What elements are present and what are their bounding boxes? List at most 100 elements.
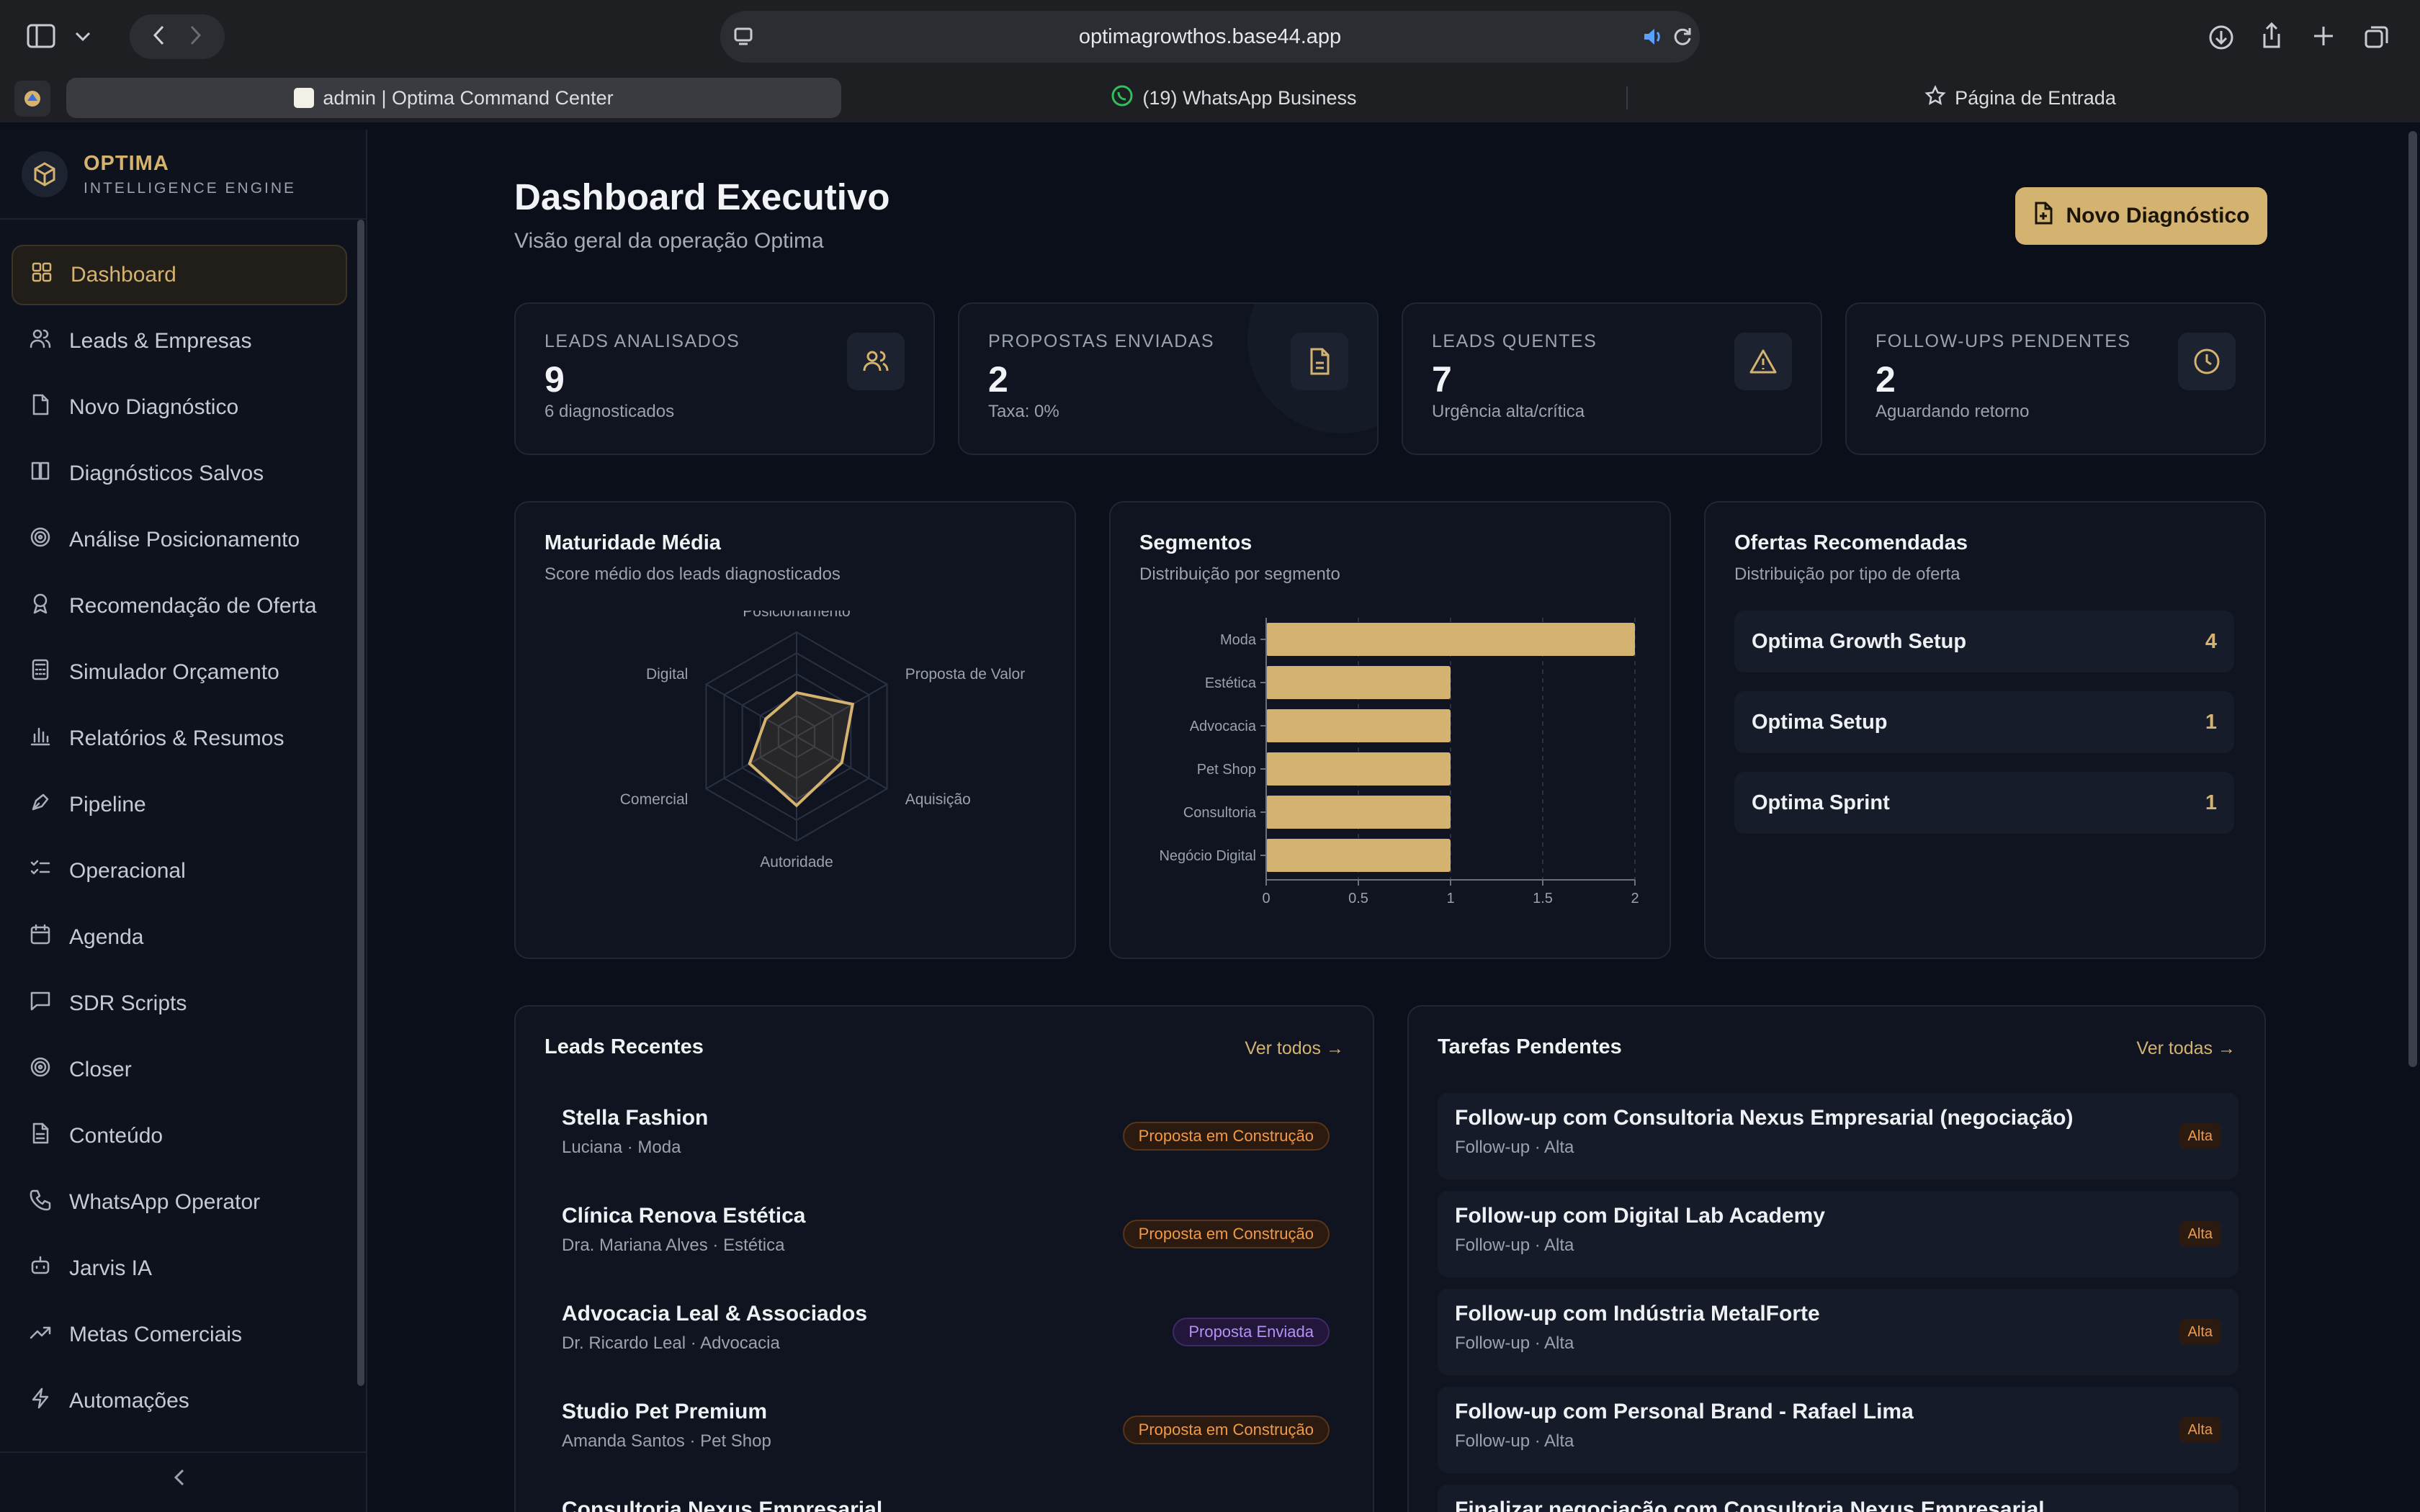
segments-bar-chart: Moda Estética Advocacia Pet Shop Consultoria… bbox=[1159, 618, 1639, 906]
see-all-tasks-link[interactable]: Ver todas → bbox=[2136, 1038, 2236, 1059]
bar-moda[interactable] bbox=[1266, 623, 1635, 656]
chevron-down-icon[interactable] bbox=[72, 26, 94, 48]
tab-label: admin | Optima Command Center bbox=[323, 86, 614, 109]
sidebar-item-whatsapp-operator[interactable]: WhatsApp Operator bbox=[12, 1172, 347, 1233]
new-diagnostic-button[interactable]: Novo Diagnóstico bbox=[2015, 187, 2267, 245]
sidebar-item-conte-do[interactable]: Conteúdo bbox=[12, 1106, 347, 1166]
sidebar-item-recomenda-o-de-oferta[interactable]: Recomendação de Oferta bbox=[12, 576, 347, 636]
sidebar-item-relat-rios-resumos[interactable]: Relatórios & Resumos bbox=[12, 708, 347, 769]
task-meta: Follow-up · Alta bbox=[1455, 1431, 1574, 1451]
lead-row[interactable]: Studio Pet Premium Amanda Santos · Pet Sh… bbox=[544, 1387, 1347, 1473]
sidebar-item-automa-es[interactable]: Automações bbox=[12, 1371, 347, 1431]
brand-tagline: INTELLIGENCE ENGINE bbox=[84, 179, 297, 197]
speaker-icon[interactable] bbox=[1642, 27, 1664, 53]
offer-item[interactable]: Optima Setup 1 bbox=[1734, 691, 2234, 753]
sidebar-item-jarvis-ia[interactable]: Jarvis IA bbox=[12, 1238, 347, 1299]
lead-row[interactable]: Consultoria Nexus Empresarial bbox=[544, 1485, 1347, 1512]
task-row[interactable]: Follow-up com Personal Brand - Rafael Li… bbox=[1438, 1387, 2238, 1473]
bar-neg-cio-digital[interactable] bbox=[1266, 839, 1451, 872]
sidebar-item-simulador-or-amento[interactable]: Simulador Orçamento bbox=[12, 642, 347, 703]
sidebar-item-label: SDR Scripts bbox=[69, 991, 187, 1015]
y-tick-label: Advocacia bbox=[1190, 719, 1257, 734]
offer-name: Optima Sprint bbox=[1752, 791, 1890, 814]
lead-row[interactable]: Clínica Renova Estética Dra. Mariana Alve… bbox=[544, 1191, 1347, 1277]
task-row[interactable]: Follow-up com Consultoria Nexus Empresar… bbox=[1438, 1093, 2238, 1179]
tab-overview-icon[interactable] bbox=[2362, 23, 2391, 52]
tab-optima[interactable]: admin | Optima Command Center bbox=[66, 78, 841, 118]
sidebar-toggle-icon[interactable] bbox=[26, 23, 56, 49]
sidebar-item-pipeline[interactable]: Pipeline bbox=[12, 775, 347, 835]
lead-name: Studio Pet Premium bbox=[562, 1400, 768, 1423]
task-title: Follow-up com Indústria MetalForte bbox=[1455, 1302, 1820, 1326]
card-subtitle: Score médio dos leads diagnosticados bbox=[544, 564, 841, 584]
sidebar-item-diagn-sticos-salvos[interactable]: Diagnósticos Salvos bbox=[12, 444, 347, 504]
bar-est-tica[interactable] bbox=[1266, 666, 1451, 699]
stat-value: 7 bbox=[1432, 359, 1452, 400]
collapse-sidebar-icon[interactable] bbox=[173, 1467, 186, 1493]
download-icon[interactable] bbox=[2207, 23, 2236, 52]
main-content: Dashboard Executivo Visão geral da opera… bbox=[369, 122, 2420, 1512]
sidebar-item-novo-diagn-stico[interactable]: Novo Diagnóstico bbox=[12, 377, 347, 438]
tab-whatsapp[interactable]: (19) WhatsApp Business bbox=[841, 78, 1626, 118]
priority-badge: Alta bbox=[2179, 1221, 2221, 1247]
see-all-leads-link[interactable]: Ver todos → bbox=[1245, 1038, 1344, 1059]
bar-advocacia[interactable] bbox=[1266, 709, 1451, 742]
reload-icon[interactable] bbox=[1672, 27, 1693, 53]
sidebar-scrollbar[interactable] bbox=[357, 220, 364, 1386]
sidebar-item-dashboard[interactable]: Dashboard bbox=[12, 245, 347, 305]
offer-item[interactable]: Optima Growth Setup 4 bbox=[1734, 611, 2234, 672]
clock-icon bbox=[2178, 333, 2236, 390]
y-tick-label: Moda bbox=[1220, 632, 1257, 648]
back-icon[interactable] bbox=[153, 25, 164, 49]
x-tick-label: 0.5 bbox=[1348, 891, 1368, 906]
page-settings-icon[interactable] bbox=[733, 27, 755, 53]
stat-label: PROPOSTAS ENVIADAS bbox=[988, 331, 1215, 351]
lead-meta: Dr. Ricardo Leal · Advocacia bbox=[562, 1333, 780, 1353]
page-title: Dashboard Executivo bbox=[514, 176, 890, 217]
bar-consultoria[interactable] bbox=[1266, 796, 1451, 829]
lead-row[interactable]: Advocacia Leal & Associados Dr. Ricardo L… bbox=[544, 1289, 1347, 1375]
task-row[interactable]: Follow-up com Indústria MetalForte Follow… bbox=[1438, 1289, 2238, 1375]
file-icon bbox=[1291, 333, 1348, 390]
list-checks-icon bbox=[29, 857, 52, 886]
new-tab-icon[interactable] bbox=[2311, 23, 2336, 49]
brand[interactable]: OPTIMA INTELLIGENCE ENGINE bbox=[22, 151, 296, 197]
task-row[interactable]: Follow-up com Digital Lab Academy Follow-… bbox=[1438, 1191, 2238, 1277]
y-tick-label: Estética bbox=[1205, 675, 1257, 691]
status-badge: Proposta em Construção bbox=[1122, 1122, 1330, 1151]
status-badge: Proposta em Construção bbox=[1122, 1416, 1330, 1444]
sidebar-item-label: Pipeline bbox=[69, 793, 146, 816]
task-row[interactable]: Finalizar negociação com Consultoria Nex… bbox=[1438, 1485, 2238, 1512]
forward-icon[interactable] bbox=[190, 25, 202, 49]
sidebar-item-closer[interactable]: Closer bbox=[12, 1040, 347, 1100]
sidebar-item-label: Leads & Empresas bbox=[69, 329, 252, 353]
extension-icon[interactable] bbox=[14, 81, 50, 117]
y-tick-label: Negócio Digital bbox=[1159, 848, 1256, 864]
task-title: Follow-up com Digital Lab Academy bbox=[1455, 1204, 1825, 1228]
card-subtitle: Distribuição por segmento bbox=[1139, 564, 1340, 584]
grid-icon bbox=[30, 261, 53, 289]
sidebar-item-label: WhatsApp Operator bbox=[69, 1190, 261, 1214]
sidebar-item-agenda[interactable]: Agenda bbox=[12, 907, 347, 968]
offer-item[interactable]: Optima Sprint 1 bbox=[1734, 772, 2234, 834]
favicon-icon bbox=[294, 88, 315, 108]
tab-label: Página de Entrada bbox=[1955, 86, 2116, 109]
page-scrollbar[interactable] bbox=[2408, 131, 2417, 1067]
sidebar-item-leads-empresas[interactable]: Leads & Empresas bbox=[12, 311, 347, 372]
radar-axis-label: Digital bbox=[646, 666, 688, 683]
tab-start-page[interactable]: Página de Entrada bbox=[1628, 78, 2413, 118]
lead-meta: Amanda Santos · Pet Shop bbox=[562, 1431, 771, 1451]
sidebar-item-metas-comerciais[interactable]: Metas Comerciais bbox=[12, 1305, 347, 1365]
stat-card-hot-leads: LEADS QUENTES 7 Urgência alta/crítica bbox=[1402, 302, 1822, 455]
sidebar-item-label: Análise Posicionamento bbox=[69, 528, 300, 552]
sidebar-item-operacional[interactable]: Operacional bbox=[12, 841, 347, 901]
bar-pet-shop[interactable] bbox=[1266, 752, 1451, 786]
sidebar-item-sdr-scripts[interactable]: SDR Scripts bbox=[12, 973, 347, 1034]
lead-row[interactable]: Stella Fashion Luciana · Moda Proposta em … bbox=[544, 1093, 1347, 1179]
alert-triangle-icon bbox=[1734, 333, 1792, 390]
share-icon[interactable] bbox=[2257, 20, 2286, 52]
sidebar-item-an-lise-posicionamento[interactable]: Análise Posicionamento bbox=[12, 510, 347, 570]
lead-name: Consultoria Nexus Empresarial bbox=[562, 1498, 883, 1512]
card-title: Tarefas Pendentes bbox=[1438, 1035, 1622, 1058]
url-bar[interactable]: optimagrowthos.base44.app bbox=[720, 11, 1700, 63]
